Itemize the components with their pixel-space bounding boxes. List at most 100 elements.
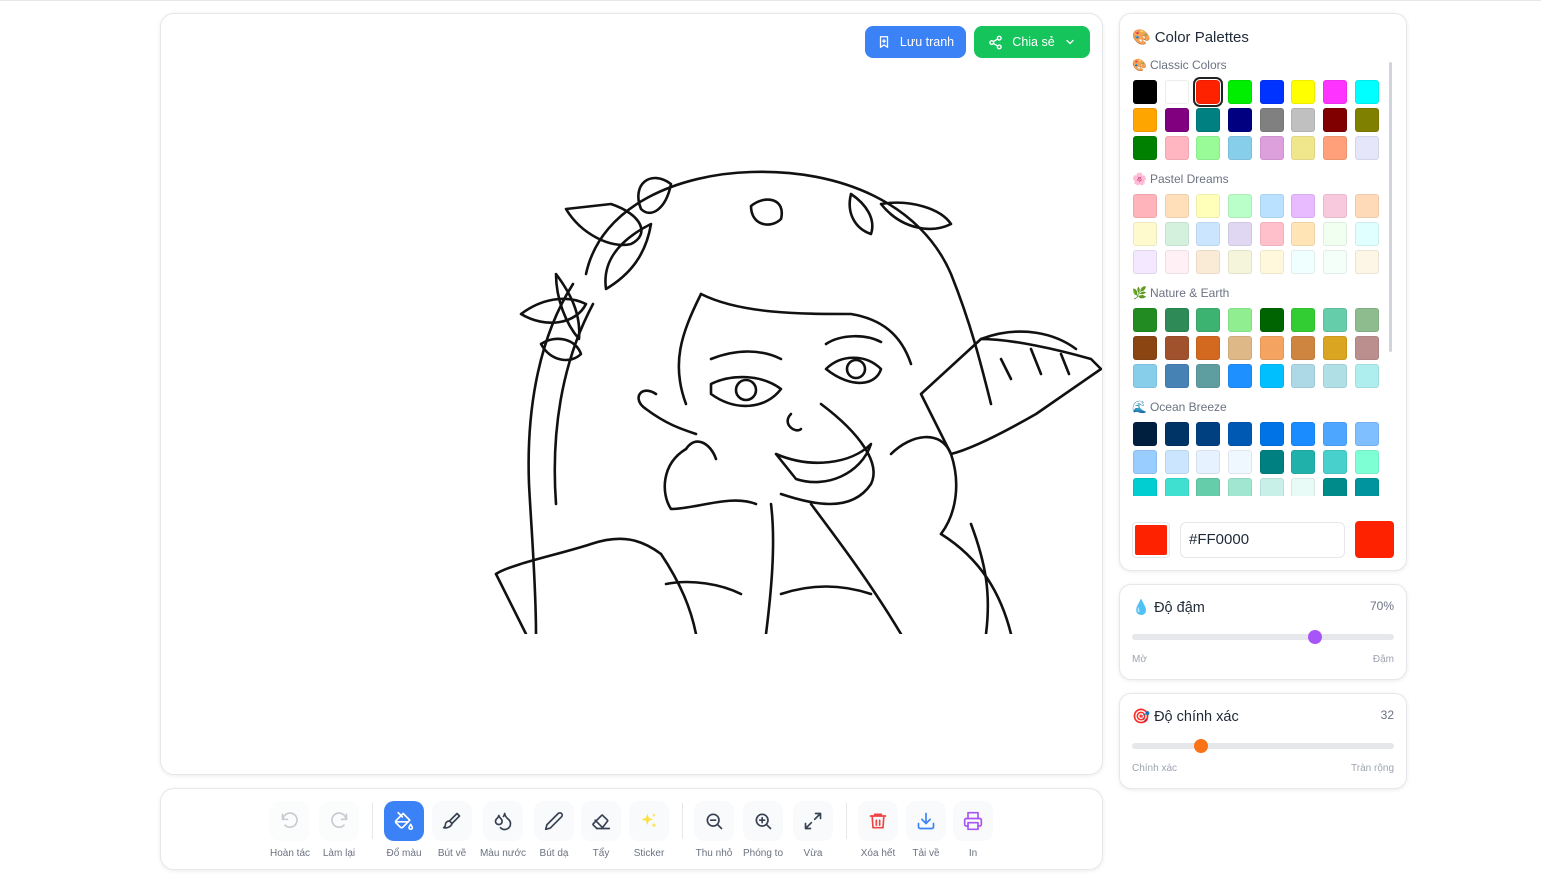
color-swatch[interactable] [1354, 308, 1379, 332]
color-swatch[interactable] [1354, 336, 1379, 360]
color-swatch[interactable] [1196, 364, 1221, 388]
color-swatch[interactable] [1259, 450, 1284, 474]
drawing-canvas[interactable]: Lưu tranh Chia sẻ [160, 13, 1103, 775]
tolerance-slider[interactable] [1132, 739, 1394, 753]
color-swatch[interactable] [1259, 194, 1284, 218]
color-swatch[interactable] [1164, 478, 1189, 496]
color-swatch[interactable] [1164, 136, 1189, 160]
color-swatch[interactable] [1196, 478, 1221, 496]
sticker-tool-button[interactable]: Sticker [619, 801, 679, 859]
color-swatch[interactable] [1291, 250, 1316, 274]
hex-color-input[interactable] [1180, 521, 1345, 558]
color-swatch[interactable] [1291, 450, 1316, 474]
color-swatch[interactable] [1164, 250, 1189, 274]
opacity-slider[interactable] [1132, 630, 1394, 644]
color-swatch[interactable] [1133, 136, 1157, 160]
color-swatch[interactable] [1133, 308, 1157, 332]
color-swatch[interactable] [1291, 336, 1316, 360]
color-swatch[interactable] [1323, 194, 1348, 218]
color-swatch[interactable] [1164, 364, 1189, 388]
color-swatch[interactable] [1228, 108, 1253, 132]
color-swatch[interactable] [1228, 308, 1253, 332]
color-swatch[interactable] [1196, 250, 1221, 274]
color-swatch[interactable] [1291, 308, 1316, 332]
color-swatch[interactable] [1323, 450, 1348, 474]
color-swatch[interactable] [1354, 222, 1379, 246]
color-swatch[interactable] [1164, 450, 1189, 474]
color-swatch[interactable] [1259, 478, 1284, 496]
color-swatch[interactable] [1164, 336, 1189, 360]
color-swatch[interactable] [1196, 108, 1221, 132]
color-swatch[interactable] [1354, 450, 1379, 474]
color-swatch[interactable] [1196, 136, 1221, 160]
color-swatch[interactable] [1291, 108, 1316, 132]
color-swatch[interactable] [1133, 108, 1157, 132]
color-swatch[interactable] [1228, 450, 1253, 474]
save-drawing-button[interactable]: Lưu tranh [865, 26, 966, 58]
color-swatch[interactable] [1133, 250, 1157, 274]
color-swatch[interactable] [1228, 250, 1253, 274]
color-swatch[interactable] [1323, 136, 1348, 160]
color-swatch[interactable] [1259, 422, 1284, 446]
color-swatch[interactable] [1133, 450, 1157, 474]
color-swatch[interactable] [1133, 422, 1157, 446]
color-swatch[interactable] [1259, 222, 1284, 246]
color-swatch[interactable] [1259, 108, 1284, 132]
color-swatch[interactable] [1323, 250, 1348, 274]
color-swatch[interactable] [1196, 450, 1221, 474]
fit-button[interactable]: Vừa [783, 801, 843, 859]
color-picker[interactable] [1132, 521, 1170, 558]
print-button[interactable]: In [943, 801, 1003, 859]
color-swatch[interactable] [1291, 364, 1316, 388]
color-swatch[interactable] [1323, 478, 1348, 496]
color-swatch[interactable] [1228, 194, 1253, 218]
color-swatch[interactable] [1228, 336, 1253, 360]
color-swatch[interactable] [1259, 364, 1284, 388]
color-swatch[interactable] [1164, 308, 1189, 332]
color-swatch[interactable] [1133, 80, 1157, 104]
color-swatch[interactable] [1196, 336, 1221, 360]
tolerance-slider-thumb[interactable] [1194, 739, 1209, 753]
color-swatch[interactable] [1259, 80, 1284, 104]
color-swatch[interactable] [1354, 364, 1379, 388]
color-swatch[interactable] [1196, 422, 1221, 446]
opacity-slider-thumb[interactable] [1308, 630, 1323, 644]
color-swatch[interactable] [1196, 222, 1221, 246]
coloring-page-drawing[interactable] [481, 164, 1103, 634]
color-swatch[interactable] [1291, 422, 1316, 446]
color-swatch[interactable] [1228, 478, 1253, 496]
color-swatch[interactable] [1354, 80, 1379, 104]
color-swatch[interactable] [1354, 194, 1379, 218]
color-swatch[interactable] [1196, 194, 1221, 218]
color-swatch[interactable] [1259, 250, 1284, 274]
color-swatch[interactable] [1259, 308, 1284, 332]
color-swatch[interactable] [1323, 308, 1348, 332]
color-swatch[interactable] [1354, 478, 1379, 496]
color-swatch[interactable] [1228, 80, 1253, 104]
color-swatch[interactable] [1323, 364, 1348, 388]
color-swatch[interactable] [1133, 364, 1157, 388]
color-swatch[interactable] [1291, 136, 1316, 160]
color-swatch[interactable] [1164, 80, 1189, 104]
color-swatch[interactable] [1354, 422, 1379, 446]
color-swatch[interactable] [1133, 222, 1157, 246]
color-swatch[interactable] [1228, 222, 1253, 246]
color-swatch[interactable] [1291, 80, 1316, 104]
color-swatch[interactable] [1259, 136, 1284, 160]
color-swatch[interactable] [1196, 308, 1221, 332]
share-button[interactable]: Chia sẻ [974, 26, 1090, 58]
color-swatch[interactable] [1193, 77, 1224, 107]
color-swatch[interactable] [1354, 108, 1379, 132]
palette-list[interactable]: 🎨 Classic Colors 🌸 Pastel Dreams 🌿 Nature & E… [1132, 56, 1394, 496]
color-swatch[interactable] [1323, 336, 1348, 360]
color-swatch[interactable] [1133, 336, 1157, 360]
color-swatch[interactable] [1133, 478, 1157, 496]
color-swatch[interactable] [1323, 80, 1348, 104]
color-swatch[interactable] [1164, 194, 1189, 218]
color-swatch[interactable] [1291, 478, 1316, 496]
color-swatch[interactable] [1228, 136, 1253, 160]
color-swatch[interactable] [1323, 222, 1348, 246]
color-swatch[interactable] [1291, 222, 1316, 246]
color-swatch[interactable] [1228, 364, 1253, 388]
color-swatch[interactable] [1291, 194, 1316, 218]
